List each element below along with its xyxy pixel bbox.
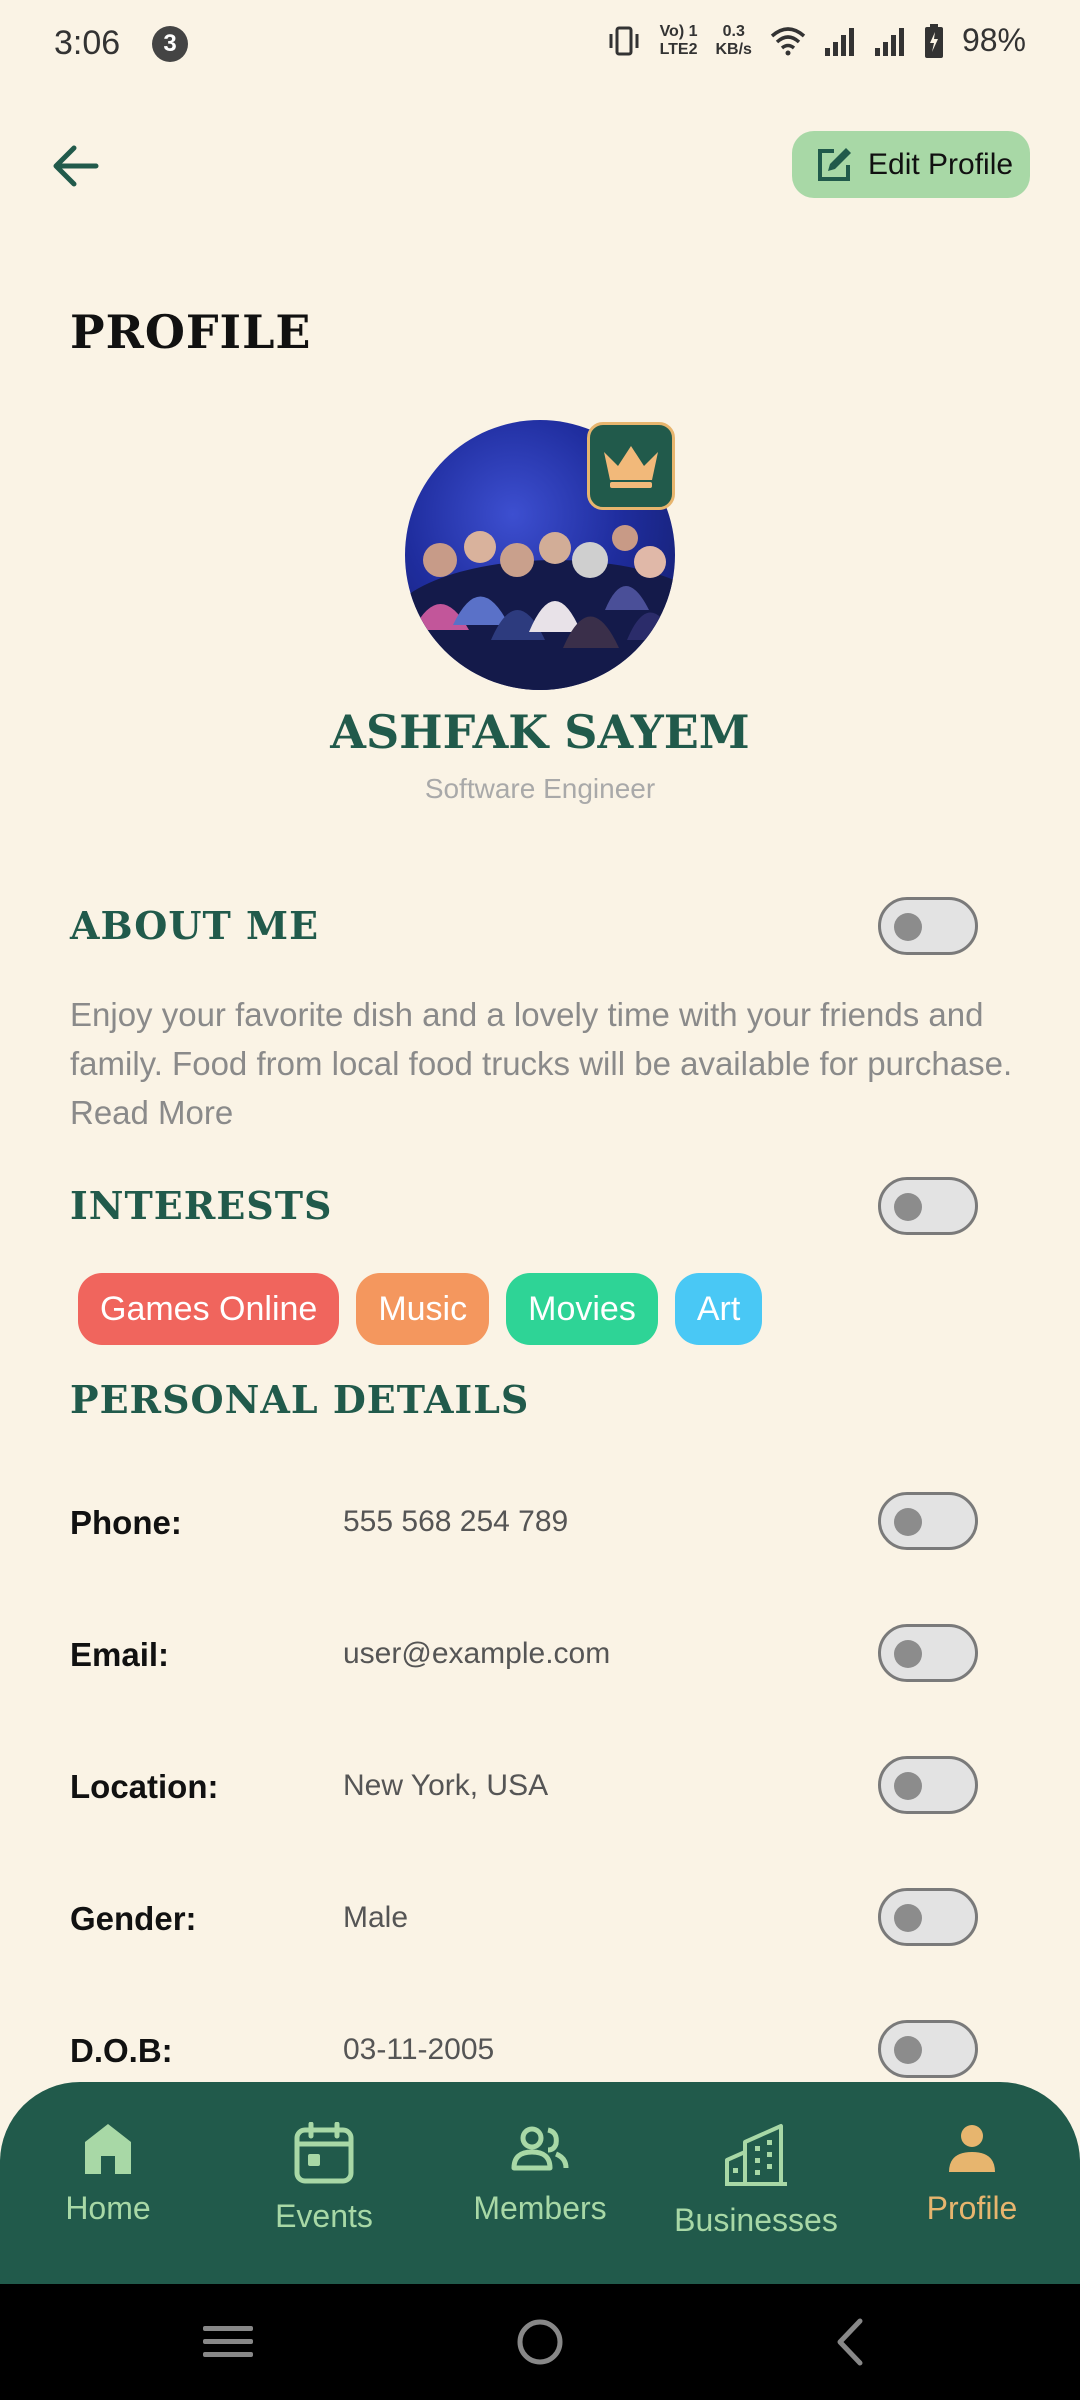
battery-icon — [924, 23, 943, 58]
interest-chips: Games Online Music Movies Art — [78, 1273, 763, 1345]
toggle-knob — [894, 913, 922, 941]
signal-icon-1 — [824, 27, 854, 56]
email-visibility-toggle[interactable] — [878, 1624, 978, 1682]
arrow-left-icon — [53, 145, 99, 187]
nav-item-businesses[interactable]: Businesses — [648, 2122, 864, 2239]
interest-chip-games-online[interactable]: Games Online — [78, 1273, 340, 1345]
toggle-knob — [894, 2036, 922, 2064]
home-icon — [85, 2124, 131, 2174]
phone-label: Phone: — [70, 1504, 182, 1541]
gender-value: Male — [343, 1901, 409, 1934]
personal-details-heading: PERSONAL DETAILS — [70, 1377, 530, 1422]
user-name: ASHFAK SAYEM — [330, 705, 750, 759]
edit-icon — [818, 147, 851, 181]
toggle-knob — [894, 1193, 922, 1221]
nav-label-home: Home — [65, 2190, 151, 2226]
about-me-visibility-toggle[interactable] — [878, 897, 978, 955]
location-value: New York, USA — [343, 1769, 549, 1802]
person-icon — [949, 2125, 995, 2172]
premium-badge — [587, 422, 675, 510]
back-system-button[interactable] — [820, 2314, 880, 2370]
chevron-left-icon — [837, 2318, 863, 2366]
dob-value: 03-11-2005 — [343, 2033, 495, 2066]
nav-label-members: Members — [473, 2190, 607, 2226]
gender-visibility-toggle[interactable] — [878, 1888, 978, 1946]
email-value: user@example.com — [343, 1637, 611, 1670]
signal-icon-2 — [874, 27, 904, 56]
nav-item-profile[interactable]: Profile — [864, 2122, 1080, 2227]
interest-chip-art[interactable]: Art — [674, 1273, 763, 1345]
members-icon — [511, 2126, 569, 2171]
notification-count-badge: 3 — [152, 26, 188, 62]
network-type: Vo) 1 LTE2 — [659, 22, 698, 58]
about-me-text: Enjoy your favorite dish and a lovely ti… — [70, 996, 1013, 1131]
toggle-knob — [894, 1640, 922, 1668]
status-icons: Vo) 1 LTE2 0.3 KB/s 98% — [606, 22, 1026, 59]
nav-label-businesses: Businesses — [674, 2202, 838, 2238]
interest-chip-music[interactable]: Music — [356, 1273, 490, 1345]
edit-profile-button[interactable]: Edit Profile — [792, 131, 1030, 198]
dob-label: D.O.B: — [70, 2032, 173, 2069]
nav-item-home[interactable]: Home — [0, 2122, 216, 2227]
about-me-heading: ABOUT ME — [70, 903, 320, 948]
system-navigation-bar — [0, 2284, 1080, 2400]
nav-item-events[interactable]: Events — [216, 2122, 432, 2235]
nav-label-profile: Profile — [926, 2190, 1018, 2226]
circle-home-icon — [517, 2319, 563, 2365]
buildings-icon — [725, 2124, 787, 2186]
nav-label-events: Events — [275, 2198, 373, 2234]
location-label: Location: — [70, 1768, 219, 1805]
wifi-icon — [770, 26, 806, 55]
vibrate-icon — [609, 26, 639, 55]
interests-heading: INTERESTS — [70, 1183, 333, 1228]
calendar-icon — [294, 2122, 354, 2184]
network-speed: 0.3 KB/s — [715, 22, 752, 58]
recent-apps-button[interactable] — [198, 2314, 258, 2370]
home-system-button[interactable] — [510, 2314, 570, 2370]
toggle-knob — [894, 1508, 922, 1536]
location-visibility-toggle[interactable] — [878, 1756, 978, 1814]
toggle-knob — [894, 1772, 922, 1800]
menu-icon — [203, 2326, 253, 2357]
dob-visibility-toggle[interactable] — [878, 2020, 978, 2078]
back-button[interactable] — [40, 130, 112, 202]
email-label: Email: — [70, 1636, 170, 1673]
phone-value: 555 568 254 789 — [343, 1505, 569, 1538]
user-role: Software Engineer — [424, 773, 656, 804]
interests-visibility-toggle[interactable] — [878, 1177, 978, 1235]
bottom-navigation: Home Events Members Businesses Profile — [0, 2082, 1080, 2284]
status-time: 3:06 — [54, 24, 121, 62]
phone-visibility-toggle[interactable] — [878, 1492, 978, 1550]
crown-icon — [604, 446, 658, 488]
toggle-knob — [894, 1904, 922, 1932]
page-title: PROFILE — [70, 305, 312, 359]
gender-label: Gender: — [70, 1900, 197, 1937]
interest-chip-movies[interactable]: Movies — [506, 1273, 658, 1345]
nav-item-members[interactable]: Members — [432, 2122, 648, 2227]
edit-profile-label: Edit Profile — [868, 147, 1014, 181]
battery-percentage: 98% — [961, 22, 1026, 58]
